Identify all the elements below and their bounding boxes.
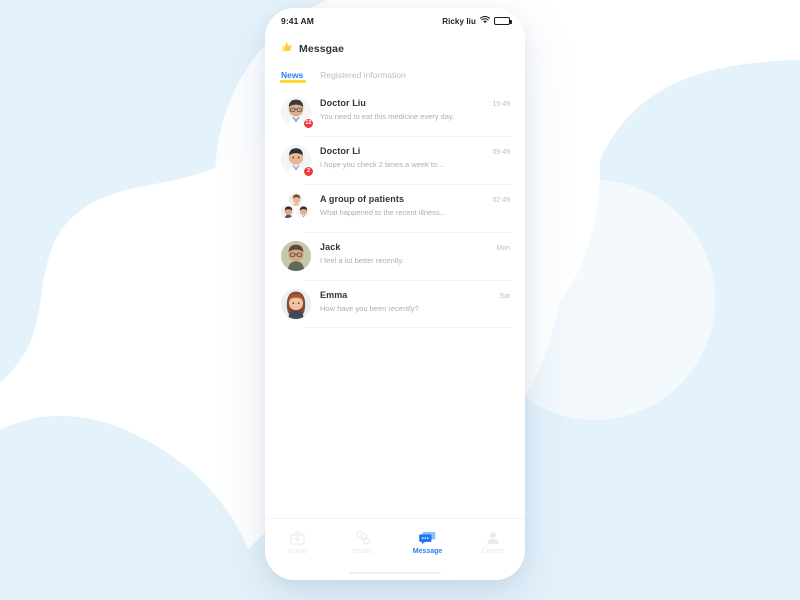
tab-registered-information-label: Registered information — [320, 70, 406, 80]
thumbs-up-icon — [281, 40, 293, 58]
message-content: Jack Mon I feel a lot better recently. — [320, 241, 510, 265]
nav-item-message-label: Message — [412, 548, 443, 555]
nav-item-health[interactable]: Health — [330, 530, 395, 555]
message-list-item[interactable]: A group of patients 02:49 What happened … — [265, 184, 525, 232]
message-preview: I feel a lot better recently. — [320, 256, 404, 265]
tab-bar: News Registered information — [265, 63, 525, 88]
status-bar-carrier: Ricky liu — [442, 16, 476, 26]
background-blob-bottomleft — [0, 415, 270, 600]
unread-badge: 12 — [302, 118, 314, 129]
message-content: Doctor Liu 15:49 You need to eat this me… — [320, 97, 510, 121]
status-bar-right: Ricky liu — [442, 16, 512, 26]
message-list-item[interactable]: Emma Sat How have you been recently? — [265, 280, 525, 328]
message-content: A group of patients 02:49 What happened … — [320, 193, 510, 217]
nav-item-home[interactable]: Home — [265, 530, 330, 555]
avatar — [281, 241, 311, 271]
group-avatar-member — [280, 204, 295, 219]
tab-news[interactable]: News — [280, 65, 307, 83]
message-list-item[interactable]: 2 Doctor Li 09:49 I hope you check 2 tim… — [265, 136, 525, 184]
message-header: Jack Mon — [320, 242, 510, 252]
message-sender-name: Doctor Liu — [320, 98, 366, 108]
status-bar: 9:41 AM Ricky liu — [265, 8, 525, 34]
message-header: Emma Sat — [320, 290, 510, 300]
avatar: 12 — [281, 97, 314, 129]
message-header: A group of patients 02:49 — [320, 194, 510, 204]
message-sender-name: Jack — [320, 242, 341, 252]
message-preview: What happened to the recent illness... — [320, 208, 446, 217]
nav-item-health-label: Health — [352, 548, 373, 555]
phone-screen: 9:41 AM Ricky liu Messgae News Registere… — [265, 8, 525, 580]
message-timestamp: Mon — [496, 245, 510, 252]
nav-item-message[interactable]: Message — [395, 530, 460, 555]
unread-badge: 2 — [303, 166, 314, 177]
home-indicator-bar — [349, 572, 441, 574]
home-indicator-area — [265, 566, 525, 580]
phone-mockup: 9:41 AM Ricky liu Messgae News Registere… — [265, 8, 525, 580]
wifi-icon — [479, 16, 491, 26]
message-list-item[interactable]: Jack Mon I feel a lot better recently. — [265, 232, 525, 280]
user-person-icon — [486, 530, 500, 545]
message-header: Doctor Liu 15:49 — [320, 98, 510, 108]
battery-icon — [494, 17, 512, 25]
medical-bag-icon — [290, 530, 305, 545]
app-header: Messgae — [265, 34, 525, 63]
message-sender-name: A group of patients — [320, 194, 405, 204]
message-preview: I hope you check 2 times a week to... — [320, 160, 444, 169]
status-bar-time: 9:41 AM — [281, 16, 314, 26]
group-avatar-member — [295, 204, 310, 219]
nav-item-centre-label: Centre — [481, 548, 503, 555]
jack-avatar — [281, 241, 311, 271]
bottom-navigation: Home Health Message Centre — [265, 518, 525, 566]
emma-avatar — [281, 289, 311, 319]
message-sender-name: Doctor Li — [320, 146, 361, 156]
message-list: 12 Doctor Liu 15:49 You need to eat this… — [265, 88, 525, 518]
message-header: Doctor Li 09:49 — [320, 146, 510, 156]
message-timestamp: 02:49 — [492, 197, 510, 204]
message-timestamp: Sat — [499, 293, 510, 300]
message-list-item[interactable]: 12 Doctor Liu 15:49 You need to eat this… — [265, 88, 525, 136]
message-content: Doctor Li 09:49 I hope you check 2 times… — [320, 145, 510, 169]
avatar: 2 — [281, 145, 314, 177]
message-timestamp: 09:49 — [492, 149, 510, 156]
tab-news-label: News — [281, 70, 304, 80]
message-preview: How have you been recently? — [320, 304, 419, 313]
message-preview: You need to eat this medicine every day. — [320, 112, 455, 121]
nav-item-home-label: Home — [288, 548, 307, 555]
message-timestamp: 15:49 — [492, 101, 510, 108]
nav-item-centre[interactable]: Centre — [460, 530, 525, 555]
tab-highlight — [280, 79, 307, 83]
message-content: Emma Sat How have you been recently? — [320, 289, 510, 313]
page-title: Messgae — [299, 43, 345, 55]
group-avatar — [280, 192, 311, 223]
tab-registered-information[interactable]: Registered information — [320, 65, 406, 83]
capsule-pill-icon — [355, 530, 371, 545]
message-sender-name: Emma — [320, 290, 348, 300]
avatar — [281, 289, 311, 319]
chat-bubble-icon — [419, 530, 436, 545]
